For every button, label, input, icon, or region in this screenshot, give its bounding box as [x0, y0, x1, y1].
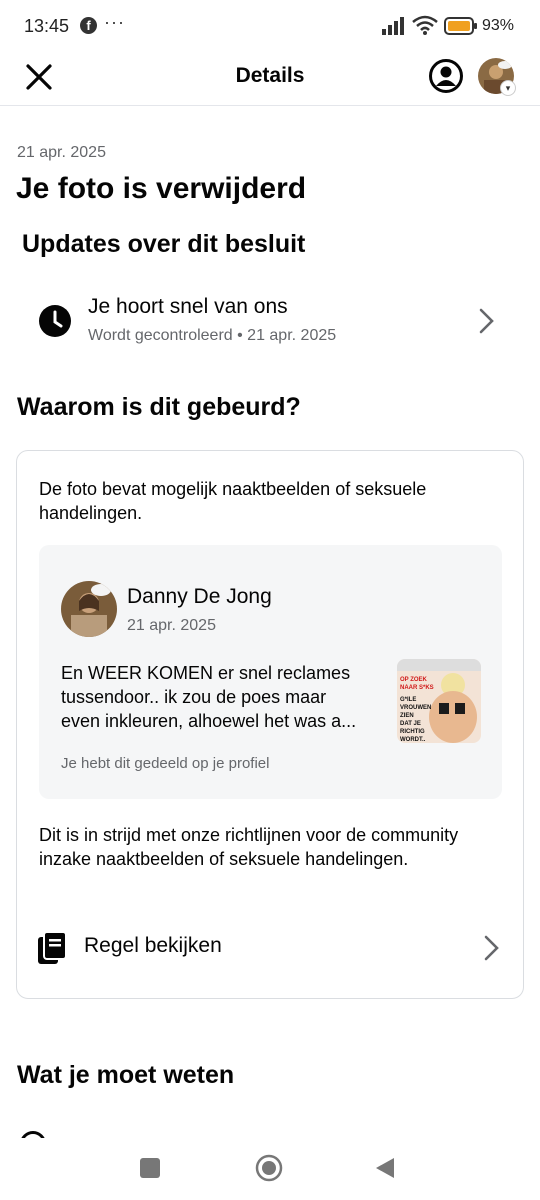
back-icon[interactable] — [374, 1156, 396, 1180]
thumb-text-line: DAT JE — [400, 721, 421, 727]
system-nav-bar — [0, 1138, 540, 1200]
post-text-line: tussendoor.. ik zou de poes maar — [61, 687, 327, 707]
thumb-text-line: WORDT.. — [400, 737, 426, 743]
more-notifications-icon: ··· — [104, 12, 125, 32]
shared-note: Je hebt dit gedeeld op je profiel — [61, 755, 270, 772]
author-avatar — [61, 581, 117, 637]
updates-heading: Updates over dit besluit — [22, 230, 306, 258]
wifi-icon — [412, 15, 438, 35]
top-bar: Details ▾ — [0, 52, 540, 106]
post-author: Danny De Jong — [127, 585, 272, 608]
post-text-line: even inkleuren, alhoewel het was a... — [61, 711, 357, 731]
removed-post-preview: Danny De Jong 21 apr. 2025 En WEER KOMEN… — [39, 545, 502, 799]
signal-icon — [382, 17, 404, 35]
view-rule-button[interactable]: Regel bekijken — [17, 917, 523, 977]
clock-icon — [39, 305, 71, 337]
status-time: 13:45 — [24, 16, 70, 36]
home-icon[interactable] — [255, 1154, 283, 1182]
battery-icon — [444, 17, 477, 35]
update-subtitle: Wordt gecontroleerd • 21 apr. 2025 — [88, 327, 337, 344]
reason-intro: De foto bevat mogelijk naaktbeelden of s… — [39, 479, 427, 523]
know-heading: Wat je moet weten — [17, 1061, 235, 1089]
post-text-line: En WEER KOMEN er snel reclames — [61, 663, 351, 683]
thumb-text-line: ZIEN — [400, 713, 414, 719]
facebook-notification-icon: f — [80, 17, 97, 34]
guidelines-book-icon — [38, 931, 67, 964]
why-heading: Waarom is dit gebeurd? — [17, 393, 301, 421]
view-rule-label: Regel bekijken — [84, 934, 222, 957]
reason-card: De foto bevat mogelijk naaktbeelden of s… — [16, 450, 524, 999]
post-text: En WEER KOMEN er snel reclames tussendoo… — [61, 661, 391, 733]
update-status-row[interactable]: Je hoort snel van ons Wordt gecontroleer… — [0, 284, 540, 360]
account-icon[interactable] — [428, 58, 464, 94]
update-title: Je hoort snel van ons — [88, 295, 288, 318]
chevron-down-icon[interactable]: ▾ — [500, 80, 516, 96]
thumb-text-line: RICHTIG — [400, 729, 425, 735]
battery-percent: 93% — [482, 17, 515, 34]
status-bar: 13:45 f ··· 93% — [0, 0, 540, 52]
chevron-right-icon — [484, 935, 499, 961]
post-date: 21 apr. 2025 — [127, 617, 216, 634]
decision-date: 21 apr. 2025 — [17, 144, 106, 161]
thumb-text-line: OP ZOEK — [400, 677, 428, 683]
post-photo-thumbnail: OP ZOEK NAAR S*KS G*ILE VROUWEN ZIEN DAT… — [397, 659, 481, 743]
decision-title: Je foto is verwijderd — [16, 172, 307, 205]
thumb-text-line: NAAR S*KS — [400, 685, 434, 691]
recent-apps-icon[interactable] — [140, 1158, 160, 1178]
policy-text: Dit is in strijd met onze richtlijnen vo… — [39, 825, 459, 869]
thumb-text-line: G*ILE — [400, 697, 416, 703]
chevron-right-icon — [479, 308, 494, 334]
thumb-text-line: VROUWEN — [400, 705, 431, 711]
